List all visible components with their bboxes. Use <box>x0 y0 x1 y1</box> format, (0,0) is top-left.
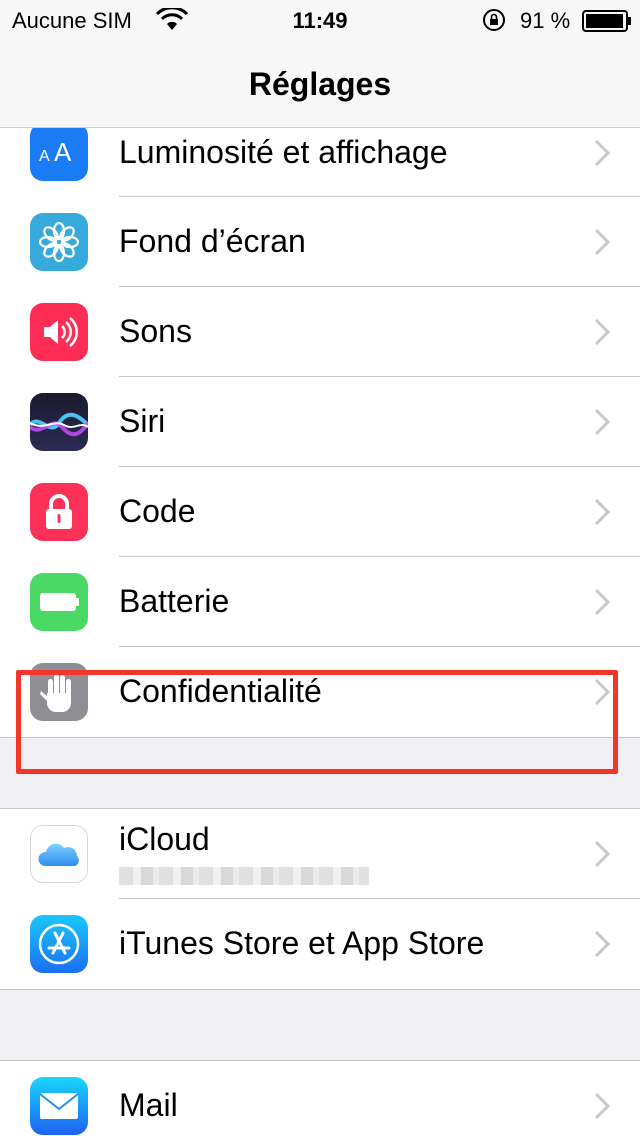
row-label: Siri <box>119 403 166 439</box>
settings-row-sounds[interactable]: Sons <box>0 287 640 377</box>
row-label: iTunes Store et App Store <box>119 925 485 961</box>
settings-row-wallpaper[interactable]: Fond d’écran <box>0 197 640 287</box>
settings-row-display[interactable]: AA Luminosité et affichage <box>0 123 640 197</box>
siri-icon <box>30 393 88 451</box>
rotation-lock-icon <box>482 8 506 32</box>
settings-group-accounts: iCloud iTunes Store et App Store <box>0 808 640 990</box>
chevron-right-icon <box>594 588 610 616</box>
row-label: Fond d’écran <box>119 223 306 259</box>
top-bar: Aucune SIM 11:49 91 % Réglages <box>0 0 640 128</box>
chevron-right-icon <box>594 840 610 868</box>
icloud-icon <box>30 825 88 883</box>
chevron-right-icon <box>594 139 610 167</box>
battery-settings-icon <box>30 573 88 631</box>
row-label: iCloud <box>119 821 210 857</box>
row-label: Code <box>119 493 196 529</box>
settings-row-itunes-app-store[interactable]: iTunes Store et App Store <box>0 899 640 989</box>
settings-row-battery[interactable]: Batterie <box>0 557 640 647</box>
app-store-icon <box>30 915 88 973</box>
page-title: Réglages <box>248 66 392 102</box>
display-brightness-icon: AA <box>30 123 88 181</box>
settings-row-icloud[interactable]: iCloud <box>0 809 640 899</box>
row-label: Batterie <box>119 583 230 619</box>
settings-list: AA Luminosité et affichage Fond d’écran … <box>0 123 640 1136</box>
row-label: Mail <box>119 1087 178 1123</box>
chevron-right-icon <box>594 1092 610 1120</box>
settings-row-siri[interactable]: Siri <box>0 377 640 467</box>
svg-text:A: A <box>39 148 50 165</box>
speaker-icon <box>30 303 88 361</box>
battery-icon <box>582 10 632 32</box>
mail-icon <box>30 1077 88 1135</box>
wallpaper-flower-icon <box>30 213 88 271</box>
settings-row-passcode[interactable]: Code <box>0 467 640 557</box>
chevron-right-icon <box>594 318 610 346</box>
battery-percent: 91 % <box>520 8 571 33</box>
svg-text:A: A <box>54 137 72 167</box>
chevron-right-icon <box>594 930 610 958</box>
status-bar: Aucune SIM 11:49 91 % <box>0 0 640 40</box>
highlight-box <box>16 670 618 774</box>
settings-row-mail[interactable]: Mail <box>0 1061 640 1136</box>
settings-group-apps: Mail <box>0 1060 640 1136</box>
row-label: Sons <box>119 313 192 349</box>
blurred-account-email <box>119 867 369 885</box>
chevron-right-icon <box>594 228 610 256</box>
row-label: Luminosité et affichage <box>119 134 448 170</box>
chevron-right-icon <box>594 408 610 436</box>
lock-icon <box>30 483 88 541</box>
settings-group-general: AA Luminosité et affichage Fond d’écran … <box>0 123 640 738</box>
chevron-right-icon <box>594 498 610 526</box>
